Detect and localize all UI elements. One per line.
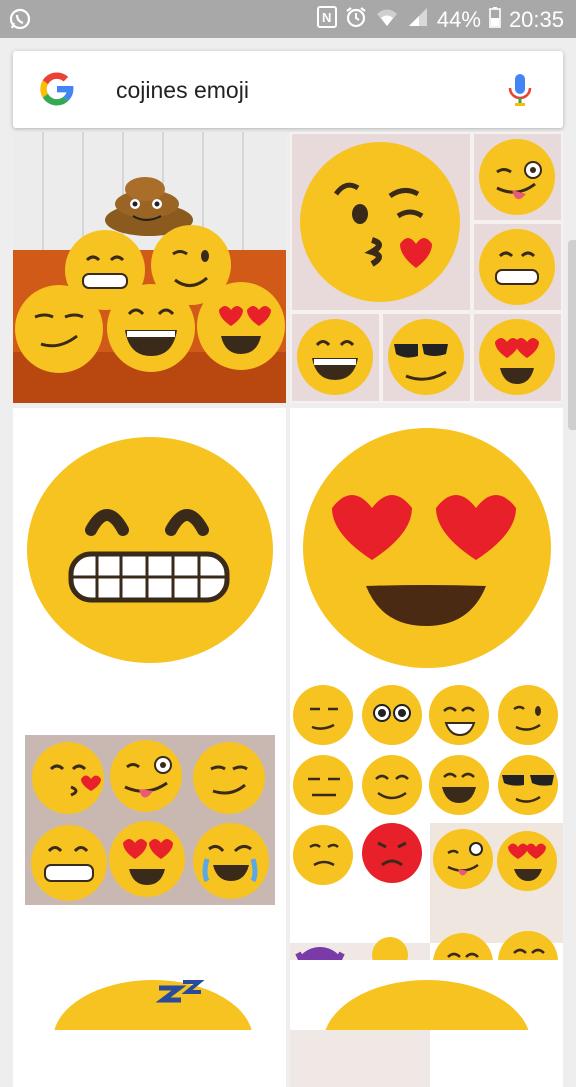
wifi-icon [375,6,399,34]
battery-icon [489,6,501,34]
alarm-icon [345,6,367,34]
result-image-8[interactable] [290,960,563,1030]
result-image-7[interactable] [13,960,286,1030]
clock: 20:35 [508,7,564,32]
signal-icon [407,6,429,34]
nfc-icon: N [316,6,337,34]
google-logo-icon[interactable] [37,69,77,109]
whatsapp-icon [8,7,32,36]
battery-percent: 44% [436,7,481,32]
svg-text:N: N [322,10,331,25]
search-query[interactable]: cojines emoji [116,77,249,104]
status-bar: N 44% 20:35 [0,0,576,38]
result-image-1[interactable] [13,132,286,403]
result-image-2[interactable] [290,132,563,403]
microphone-icon[interactable] [507,73,533,109]
search-bar[interactable]: cojines emoji [13,51,563,128]
scrollbar-thumb[interactable] [568,240,576,430]
